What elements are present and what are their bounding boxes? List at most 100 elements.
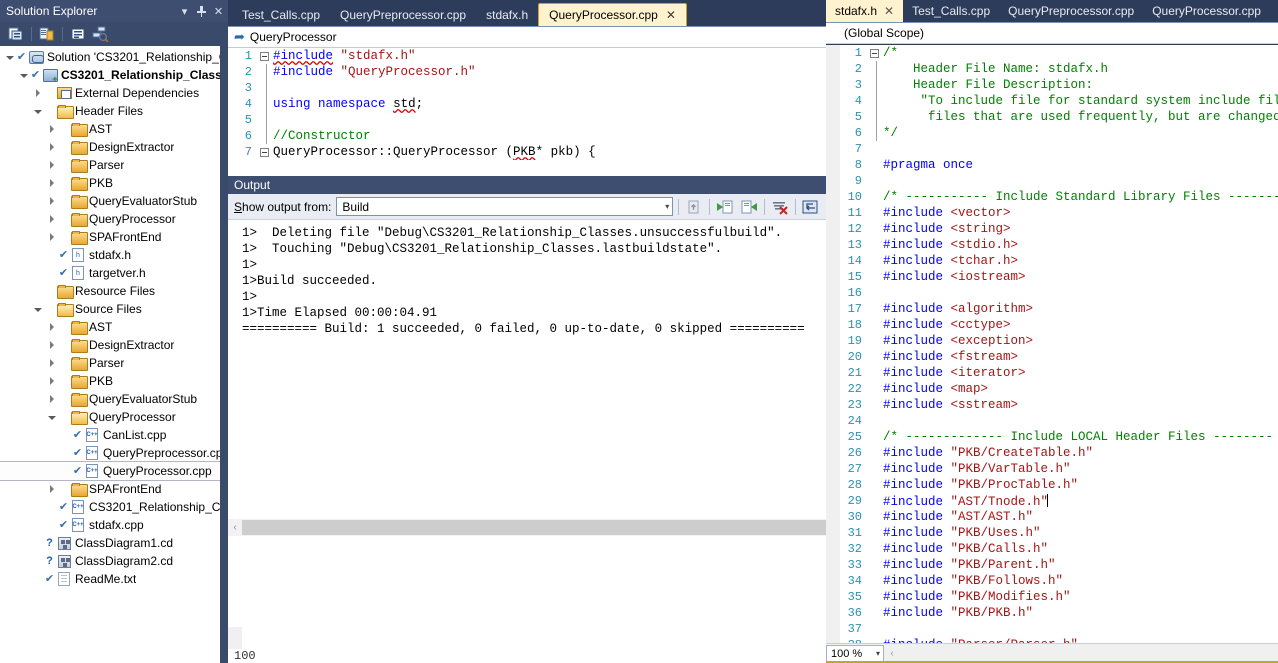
code-line[interactable]: 19 #include <exception> <box>826 333 1278 349</box>
tree-item[interactable]: ✔ C++ CanList.cpp <box>0 426 220 444</box>
tree-item[interactable]: Parser <box>0 354 220 372</box>
tree-item[interactable]: DesignExtractor <box>0 138 220 156</box>
expand-triangle-icon[interactable] <box>46 319 58 335</box>
code-line[interactable]: 3 <box>228 80 826 96</box>
tree-item[interactable]: SPAFrontEnd <box>0 480 220 498</box>
expand-triangle-icon[interactable] <box>46 481 58 497</box>
code-line[interactable]: 25 /* ------------- Include LOCAL Header … <box>826 429 1278 445</box>
expand-triangle-icon[interactable] <box>46 355 58 371</box>
code-line[interactable]: 1 /* <box>826 45 1278 61</box>
tree-item[interactable]: ? ClassDiagram2.cd <box>0 552 220 570</box>
code-line[interactable]: 7 QueryProcessor::QueryProcessor (PKB* pk… <box>228 144 826 160</box>
code-line[interactable]: 32 #include "PKB/Calls.h" <box>826 541 1278 557</box>
collapse-region-icon[interactable] <box>258 51 271 61</box>
close-icon[interactable]: ✕ <box>666 8 676 22</box>
solution-tree[interactable]: ✔ Solution 'CS3201_Relationship_Class ✔ CS3… <box>0 46 220 663</box>
document-tab[interactable]: QueryPreprocessor.cpp <box>330 4 476 26</box>
tree-item[interactable]: Source Files <box>0 300 220 318</box>
code-line[interactable]: 24 <box>826 413 1278 429</box>
expand-triangle-icon[interactable] <box>46 337 58 353</box>
code-line[interactable]: 27 #include "PKB/VarTable.h" <box>826 461 1278 477</box>
tree-item[interactable]: ✔ ReadMe.txt <box>0 570 220 588</box>
code-line[interactable]: 10 /* ----------- Include Standard Librar… <box>826 189 1278 205</box>
tree-item[interactable]: Header Files <box>0 102 220 120</box>
pin-icon[interactable] <box>194 3 209 19</box>
tree-item[interactable]: AST <box>0 318 220 336</box>
code-line[interactable]: 2 #include "QueryProcessor.h" <box>228 64 826 80</box>
code-line[interactable]: 8 #pragma once <box>826 157 1278 173</box>
collapse-triangle-icon[interactable] <box>4 49 16 65</box>
tree-item[interactable]: ✔ h targetver.h <box>0 264 220 282</box>
scroll-left-icon[interactable]: ‹ <box>228 522 242 533</box>
collapse-triangle-icon[interactable] <box>46 409 58 425</box>
code-line[interactable]: 6 //Constructor <box>228 128 826 144</box>
code-line[interactable]: 31 #include "PKB/Uses.h" <box>826 525 1278 541</box>
tree-item[interactable]: ✔ C++ CS3201_Relationship_Cla <box>0 498 220 516</box>
code-line[interactable]: 15 #include <iostream> <box>826 269 1278 285</box>
clear-window-icon[interactable] <box>770 197 790 217</box>
tree-item[interactable]: Resource Files <box>0 282 220 300</box>
tree-item[interactable]: SPAFrontEnd <box>0 228 220 246</box>
code-line[interactable]: 20 #include <fstream> <box>826 349 1278 365</box>
view-class-diagram-icon[interactable] <box>90 24 110 44</box>
code-line[interactable]: 37 <box>826 621 1278 637</box>
code-line[interactable]: 28 #include "PKB/ProcTable.h" <box>826 477 1278 493</box>
collapse-triangle-icon[interactable] <box>18 67 30 83</box>
code-line[interactable]: 14 #include <tchar.h> <box>826 253 1278 269</box>
code-line[interactable]: 3 Header File Description: <box>826 77 1278 93</box>
scope-bar[interactable]: ➦ QueryProcessor <box>228 27 826 48</box>
code-line[interactable]: 22 #include <map> <box>826 381 1278 397</box>
code-line[interactable]: 23 #include <sstream> <box>826 397 1278 413</box>
clear-all-icon[interactable] <box>684 197 704 217</box>
document-tab[interactable]: QueryPreprocessor.cpp <box>999 0 1143 22</box>
scrollbar-thumb[interactable] <box>242 520 826 535</box>
tree-item[interactable]: Parser <box>0 156 220 174</box>
code-line[interactable]: 34 #include "PKB/Follows.h" <box>826 573 1278 589</box>
code-line[interactable]: 17 #include <algorithm> <box>826 301 1278 317</box>
code-line[interactable]: 4 using namespace std; <box>228 96 826 112</box>
show-all-files-icon[interactable] <box>37 24 57 44</box>
tree-item[interactable]: ? ClassDiagram1.cd <box>0 534 220 552</box>
tree-item[interactable]: QueryProcessor <box>0 210 220 228</box>
tree-item[interactable]: ✔ CS3201_Relationship_Classes <box>0 66 220 84</box>
code-line[interactable]: 16 <box>826 285 1278 301</box>
code-line[interactable]: 11 #include <vector> <box>826 205 1278 221</box>
toggle-word-wrap-icon[interactable] <box>800 197 820 217</box>
tree-item[interactable]: PKB <box>0 174 220 192</box>
code-line[interactable]: 29 #include "AST/Tnode.h" <box>826 493 1278 509</box>
code-line[interactable]: 1 #include "stdafx.h" <box>228 48 826 64</box>
collapse-triangle-icon[interactable] <box>32 301 44 317</box>
output-horizontal-scrollbar[interactable]: ‹ <box>228 519 826 536</box>
code-line[interactable]: 9 <box>826 173 1278 189</box>
document-tab[interactable]: Test_Calls.cpp <box>903 0 999 22</box>
collapse-region-icon[interactable] <box>868 48 881 58</box>
document-tab[interactable]: stdafx.h ✕ <box>826 0 904 22</box>
tree-item[interactable]: External Dependencies <box>0 84 220 102</box>
solution-explorer-vertical-scrollbar[interactable] <box>220 46 228 663</box>
code-line[interactable]: 26 #include "PKB/CreateTable.h" <box>826 445 1278 461</box>
code-line[interactable]: 7 <box>826 141 1278 157</box>
code-line[interactable]: 4 "To include file for standard system i… <box>826 93 1278 109</box>
expand-triangle-icon[interactable] <box>46 121 58 137</box>
code-line[interactable]: 35 #include "PKB/Modifies.h" <box>826 589 1278 605</box>
document-tab[interactable]: stdafx.h <box>476 4 538 26</box>
tree-item[interactable]: ✔ C++ QueryProcessor.cpp <box>0 461 220 481</box>
code-line[interactable]: 12 #include <string> <box>826 221 1278 237</box>
queryprocessor-code-area[interactable]: 1 #include "stdafx.h" 2 #include "QueryProc… <box>228 48 826 160</box>
expand-triangle-icon[interactable] <box>46 193 58 209</box>
close-icon[interactable]: ✕ <box>211 3 226 19</box>
tree-item[interactable]: QueryEvaluatorStub <box>0 390 220 408</box>
expand-triangle-icon[interactable] <box>32 85 44 101</box>
dropdown-icon[interactable]: ▾ <box>177 3 192 19</box>
tree-item[interactable]: AST <box>0 120 220 138</box>
close-icon[interactable]: ✕ <box>884 4 894 18</box>
tree-item[interactable]: ✔ C++ stdafx.cpp <box>0 516 220 534</box>
tree-item[interactable]: DesignExtractor <box>0 336 220 354</box>
code-line[interactable]: 2 Header File Name: stdafx.h <box>826 61 1278 77</box>
code-line[interactable]: 18 #include <cctype> <box>826 317 1278 333</box>
document-tab[interactable]: Test_Calls.cpp <box>232 4 330 26</box>
code-line[interactable]: 13 #include <stdio.h> <box>826 237 1278 253</box>
zoom-level-select[interactable]: 100 % ▾ <box>826 644 884 663</box>
tree-item[interactable]: ✔ h stdafx.h <box>0 246 220 264</box>
document-tab[interactable]: QueryProcessor.cpp <box>1143 0 1270 22</box>
